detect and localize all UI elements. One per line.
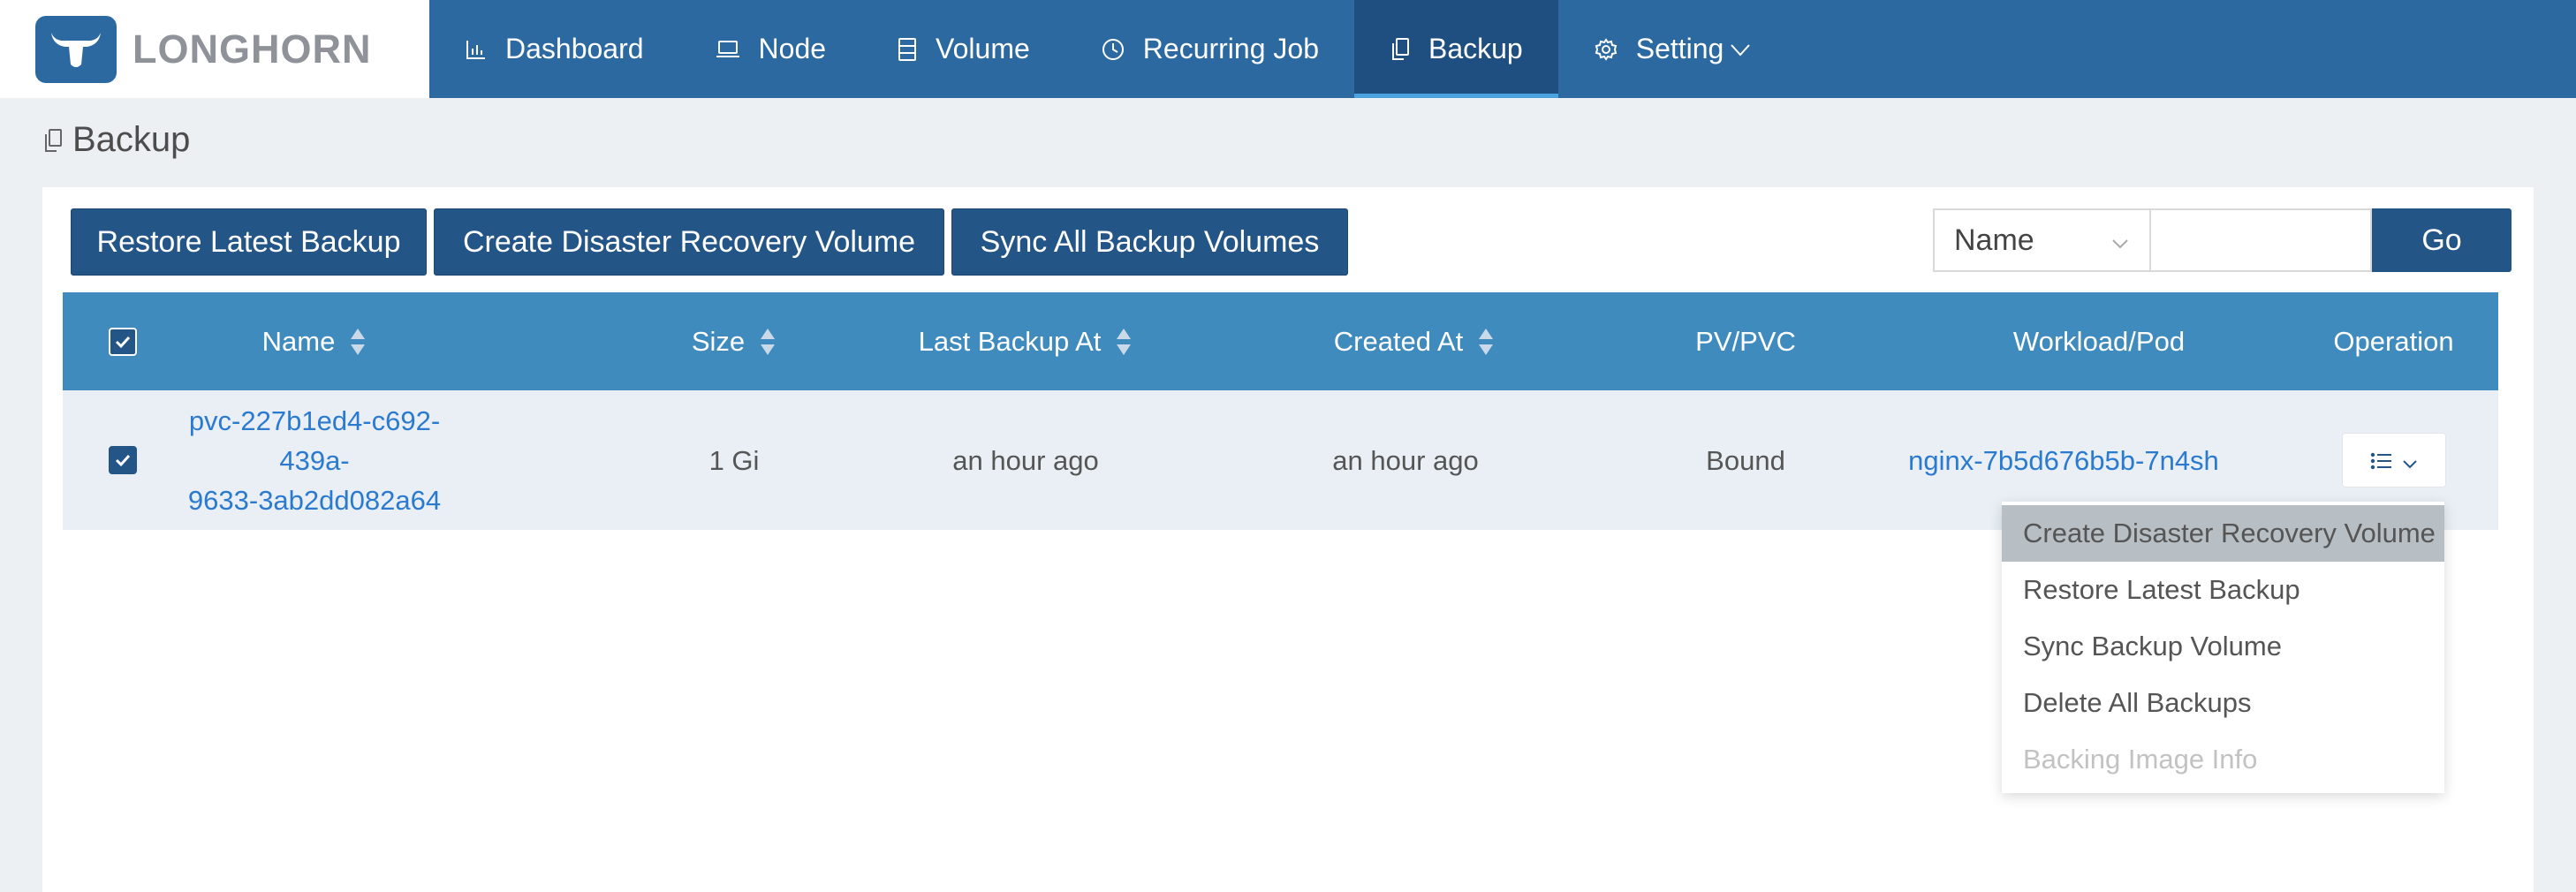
database-icon <box>897 37 918 62</box>
last-backup-at-cell: an hour ago <box>952 444 1099 476</box>
backup-volume-name-link[interactable]: pvc-227b1ed4-c692-439a- 9633-3ab2dd082a6… <box>182 390 447 530</box>
laptop-icon <box>715 38 741 61</box>
nav-setting-label: Setting <box>1635 33 1724 64</box>
nav-recurring-job-label: Recurring Job <box>1142 33 1319 64</box>
list-icon <box>2370 441 2393 480</box>
copy-icon <box>1390 37 1411 62</box>
restore-latest-backup-button[interactable]: Restore Latest Backup <box>71 208 427 276</box>
nav-volume[interactable]: Volume <box>861 0 1065 98</box>
search-field-select[interactable]: Name <box>1933 208 2149 272</box>
gear-icon <box>1594 37 1618 62</box>
brand-name: LONGHORN <box>133 26 372 72</box>
column-operation: Operation <box>2289 292 2498 390</box>
menu-item-create-disaster-recovery-volume[interactable]: Create Disaster Recovery Volume <box>2002 505 2444 562</box>
page-title: Backup <box>42 120 190 160</box>
select-all-checkbox[interactable] <box>108 327 137 356</box>
nav-node[interactable]: Node <box>679 0 862 98</box>
created-at-cell: an hour ago <box>1332 444 1479 476</box>
nav-backup[interactable]: Backup <box>1353 0 1558 98</box>
search-field-selected: Name <box>1954 223 2034 257</box>
nav-node-label: Node <box>758 33 827 64</box>
copy-icon <box>42 127 64 154</box>
nav-volume-label: Volume <box>936 33 1030 64</box>
search-input[interactable] <box>2149 208 2372 272</box>
main-nav: Dashboard Node Volume Recurring Job Back… <box>429 0 1787 98</box>
sync-all-backup-volumes-button[interactable]: Sync All Backup Volumes <box>951 208 1348 276</box>
column-name[interactable]: Name <box>182 292 447 390</box>
page-title-text: Backup <box>72 120 191 159</box>
name-line-2: 9633-3ab2dd082a64 <box>187 484 442 516</box>
operation-dropdown-menu: Create Disaster Recovery Volume Restore … <box>2002 502 2444 793</box>
create-disaster-recovery-volume-button[interactable]: Create Disaster Recovery Volume <box>434 208 944 276</box>
sort-icon[interactable] <box>759 327 777 357</box>
top-navigation-bar: LONGHORN Dashboard Node Volume Recurring… <box>0 0 2576 98</box>
clock-icon <box>1101 37 1125 62</box>
size-cell: 1 Gi <box>708 444 760 476</box>
name-line-1: pvc-227b1ed4-c692-439a- <box>188 404 441 476</box>
column-pv-pvc-label: PV/PVC <box>1695 325 1796 357</box>
chevron-down-icon <box>1729 41 1752 58</box>
bar-chart-icon <box>465 38 488 61</box>
column-size-label: Size <box>691 325 746 357</box>
column-last-backup-at[interactable]: Last Backup At <box>840 292 1211 390</box>
menu-item-restore-latest-backup[interactable]: Restore Latest Backup <box>2002 562 2444 618</box>
sort-icon[interactable] <box>1115 327 1133 357</box>
column-name-label: Name <box>261 325 336 357</box>
column-size[interactable]: Size <box>619 292 849 390</box>
row-checkbox[interactable] <box>108 446 137 474</box>
workload-pod-link[interactable]: nginx-7b5d676b5b-7n4sh <box>1908 441 2219 480</box>
menu-item-backing-image-info: Backing Image Info <box>2023 744 2258 775</box>
column-operation-label: Operation <box>2333 325 2454 357</box>
menu-item-sync-backup-volume[interactable]: Sync Backup Volume <box>2002 618 2444 675</box>
nav-recurring-job[interactable]: Recurring Job <box>1065 0 1354 98</box>
chevron-down-icon <box>2402 441 2418 480</box>
nav-setting[interactable]: Setting <box>1558 0 1788 98</box>
nav-backup-label: Backup <box>1428 33 1523 64</box>
column-workload-pod-label: Workload/Pod <box>2012 325 2186 357</box>
column-created-at[interactable]: Created At <box>1220 292 1609 390</box>
sort-icon[interactable] <box>349 327 367 357</box>
chevron-down-icon <box>2110 223 2130 258</box>
column-pv-pvc: PV/PVC <box>1595 292 1896 390</box>
table-header: Name Size Last Backup At Created At PV/P… <box>63 292 2498 390</box>
logo[interactable]: LONGHORN <box>0 0 429 98</box>
go-button[interactable]: Go <box>2372 208 2512 272</box>
operation-menu-button[interactable] <box>2341 433 2446 488</box>
column-last-backup-at-label: Last Backup At <box>918 325 1102 357</box>
column-created-at-label: Created At <box>1333 325 1464 357</box>
longhorn-logo-icon <box>35 15 117 83</box>
nav-dashboard[interactable]: Dashboard <box>429 0 679 98</box>
menu-item-delete-all-backups[interactable]: Delete All Backups <box>2002 675 2444 731</box>
sort-icon[interactable] <box>1477 327 1495 357</box>
column-workload-pod: Workload/Pod <box>1883 292 2315 390</box>
nav-dashboard-label: Dashboard <box>505 33 644 64</box>
